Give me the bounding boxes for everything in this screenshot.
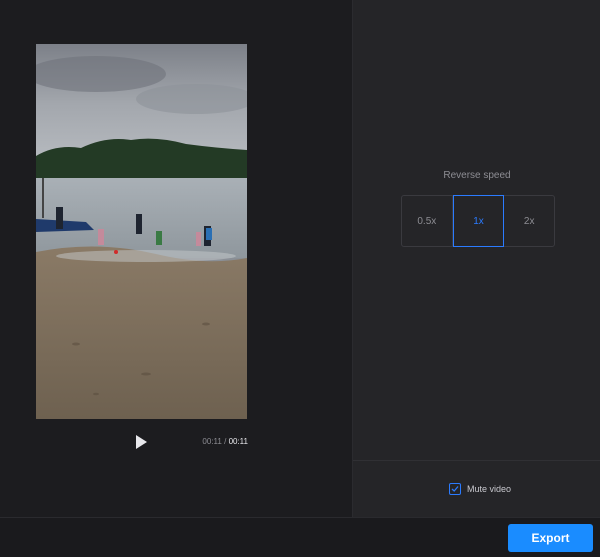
play-icon (136, 435, 147, 449)
time-readout: 00:11 / 00:11 (190, 437, 248, 446)
divider (353, 460, 600, 461)
time-separator: / (224, 437, 227, 446)
reverse-speed-label: Reverse speed (443, 170, 511, 181)
check-icon (451, 486, 459, 492)
speed-option-1x[interactable]: 1x (452, 195, 505, 247)
mute-video-checkbox[interactable] (449, 483, 461, 495)
video-preview[interactable] (36, 44, 247, 419)
current-time: 00:11 (202, 437, 222, 446)
mute-video-toggle[interactable]: Mute video (449, 483, 511, 495)
total-time: 00:11 (228, 437, 248, 446)
mute-video-label: Mute video (467, 484, 512, 494)
speed-option-0.5x[interactable]: 0.5x (402, 196, 453, 246)
speed-option-2x[interactable]: 2x (504, 196, 554, 246)
settings-panel: Reverse speed 0.5x 1x 2x Mute video (352, 0, 600, 517)
video-frame-image (36, 44, 247, 419)
preview-pane: 00:11 / 00:11 (0, 0, 352, 517)
play-button[interactable] (131, 432, 151, 452)
export-button[interactable]: Export (508, 524, 593, 552)
footer-bar: Export (0, 517, 600, 557)
reverse-speed-selector: 0.5x 1x 2x (401, 195, 555, 247)
